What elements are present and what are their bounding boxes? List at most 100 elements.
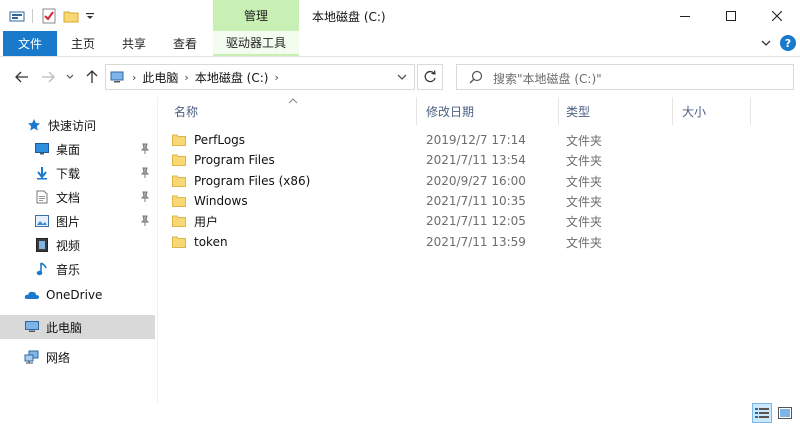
- sidebar-item-network[interactable]: 网络: [0, 345, 155, 369]
- forward-arrow-icon: [42, 71, 55, 83]
- breadcrumb-separator[interactable]: ›: [270, 71, 282, 84]
- large-icons-view-icon: [778, 407, 792, 419]
- file-type: 文件夹: [566, 133, 603, 148]
- maximize-button[interactable]: [708, 0, 754, 31]
- chevron-down-icon: [66, 74, 74, 79]
- file-name: token: [194, 235, 228, 249]
- file-type: 文件夹: [566, 153, 603, 168]
- address-dropdown-button[interactable]: [394, 69, 410, 85]
- manage-context-tab[interactable]: 管理: [213, 0, 299, 31]
- star-icon: [26, 117, 42, 133]
- breadcrumb-separator[interactable]: ›: [128, 71, 140, 84]
- up-button[interactable]: [82, 67, 102, 87]
- column-header-size[interactable]: 大小: [682, 97, 742, 125]
- tab-drive-tools[interactable]: 驱动器工具: [213, 31, 299, 56]
- sidebar-item-videos[interactable]: 视频: [0, 233, 155, 257]
- sidebar-item-label: 音乐: [56, 262, 81, 277]
- minimize-button[interactable]: [662, 0, 708, 31]
- file-name: Windows: [194, 194, 248, 208]
- network-icon: [24, 349, 40, 365]
- details-view-button[interactable]: [752, 403, 772, 423]
- column-separator[interactable]: [672, 97, 673, 125]
- sidebar-item-pictures[interactable]: 图片: [0, 209, 155, 233]
- search-box[interactable]: 搜索"本地磁盘 (C:)": [456, 64, 794, 90]
- properties-icon[interactable]: [8, 6, 26, 26]
- column-separator[interactable]: [750, 97, 751, 125]
- tab-home[interactable]: 主页: [71, 31, 95, 56]
- pin-icon[interactable]: [140, 143, 150, 155]
- sidebar-item-downloads[interactable]: 下载: [0, 161, 155, 185]
- large-icons-view-button[interactable]: [775, 403, 795, 423]
- close-button[interactable]: [754, 0, 800, 31]
- minimize-icon: [680, 15, 690, 17]
- expand-ribbon-chevron-icon[interactable]: [758, 35, 774, 51]
- tab-view[interactable]: 查看: [173, 31, 197, 56]
- pane-divider[interactable]: [157, 97, 158, 403]
- window-title: 本地磁盘 (C:): [312, 10, 386, 24]
- manage-tab-label: 管理: [243, 9, 268, 23]
- computer-icon: [106, 71, 128, 83]
- details-view-icon: [755, 408, 769, 418]
- address-breadcrumbs: › 此电脑 › 本地磁盘 (C:) ›: [106, 65, 283, 89]
- sidebar-item-label: OneDrive: [46, 288, 103, 302]
- breadcrumb-separator[interactable]: ›: [180, 71, 192, 84]
- new-folder-icon[interactable]: [62, 6, 80, 26]
- folder-icon: [172, 215, 186, 227]
- navigation-pane: 快速访问 桌面 下载 文档 图片 视频 音乐 OneDrive 此电脑 网络: [0, 97, 155, 429]
- folder-icon: [172, 195, 186, 207]
- refresh-icon: [424, 70, 436, 83]
- table-row[interactable]: Program Files 2021/7/11 13:54 文件夹: [172, 150, 732, 170]
- column-separator[interactable]: [558, 97, 559, 125]
- folder-icon: [172, 134, 186, 146]
- column-header-label: 类型: [566, 104, 591, 119]
- tab-file[interactable]: 文件: [3, 31, 57, 56]
- search-placeholder: 搜索"本地磁盘 (C:)": [493, 72, 602, 86]
- file-date: 2019/12/7 17:14: [426, 133, 526, 147]
- sidebar-item-onedrive[interactable]: OneDrive: [0, 283, 155, 307]
- recent-locations-button[interactable]: [60, 67, 80, 87]
- breadcrumb-this-pc[interactable]: 此电脑: [140, 69, 180, 86]
- table-row[interactable]: Program Files (x86) 2020/9/27 16:00 文件夹: [172, 171, 732, 191]
- video-icon: [34, 237, 50, 253]
- table-row[interactable]: PerfLogs 2019/12/7 17:14 文件夹: [172, 130, 732, 150]
- tab-share[interactable]: 共享: [122, 31, 146, 56]
- table-row[interactable]: token 2021/7/11 13:59 文件夹: [172, 232, 732, 252]
- file-type: 文件夹: [566, 194, 603, 209]
- folder-icon: [172, 175, 186, 187]
- file-name: 用户: [194, 214, 219, 229]
- quick-access-separator: [32, 9, 33, 23]
- forward-button[interactable]: [38, 67, 58, 87]
- pin-icon[interactable]: [140, 215, 150, 227]
- column-header-label: 名称: [174, 104, 199, 119]
- help-icon[interactable]: ?: [780, 35, 796, 51]
- column-header-type[interactable]: 类型: [566, 97, 666, 125]
- pin-icon[interactable]: [140, 191, 150, 203]
- column-header-date[interactable]: 修改日期: [426, 97, 556, 125]
- table-row[interactable]: Windows 2021/7/11 10:35 文件夹: [172, 191, 732, 211]
- tab-view-label: 查看: [173, 37, 198, 51]
- close-icon: [772, 10, 782, 21]
- pin-icon[interactable]: [140, 167, 150, 179]
- sidebar-item-quick-access[interactable]: 快速访问: [0, 113, 155, 137]
- back-button[interactable]: [12, 67, 32, 87]
- breadcrumb-local-disk[interactable]: 本地磁盘 (C:): [193, 69, 271, 86]
- file-name: PerfLogs: [194, 133, 246, 147]
- search-icon: [469, 70, 483, 87]
- file-date: 2020/9/27 16:00: [426, 174, 526, 188]
- file-date: 2021/7/11 10:35: [426, 194, 526, 208]
- column-header-name[interactable]: 名称: [174, 97, 414, 125]
- customize-dropdown-icon[interactable]: [84, 6, 96, 26]
- file-date: 2021/7/11 13:59: [426, 235, 526, 249]
- sidebar-item-label: 下载: [56, 166, 81, 181]
- sidebar-item-documents[interactable]: 文档: [0, 185, 155, 209]
- sidebar-item-desktop[interactable]: 桌面: [0, 137, 155, 161]
- tab-share-label: 共享: [122, 37, 147, 51]
- sidebar-item-this-pc[interactable]: 此电脑: [0, 315, 155, 339]
- column-separator[interactable]: [416, 97, 417, 125]
- sidebar-item-music[interactable]: 音乐: [0, 257, 155, 281]
- checkmark-icon[interactable]: [40, 6, 58, 26]
- file-type: 文件夹: [566, 214, 603, 229]
- table-row[interactable]: 用户 2021/7/11 12:05 文件夹: [172, 211, 732, 231]
- refresh-button[interactable]: [417, 64, 443, 90]
- address-bar[interactable]: › 此电脑 › 本地磁盘 (C:) ›: [105, 64, 415, 90]
